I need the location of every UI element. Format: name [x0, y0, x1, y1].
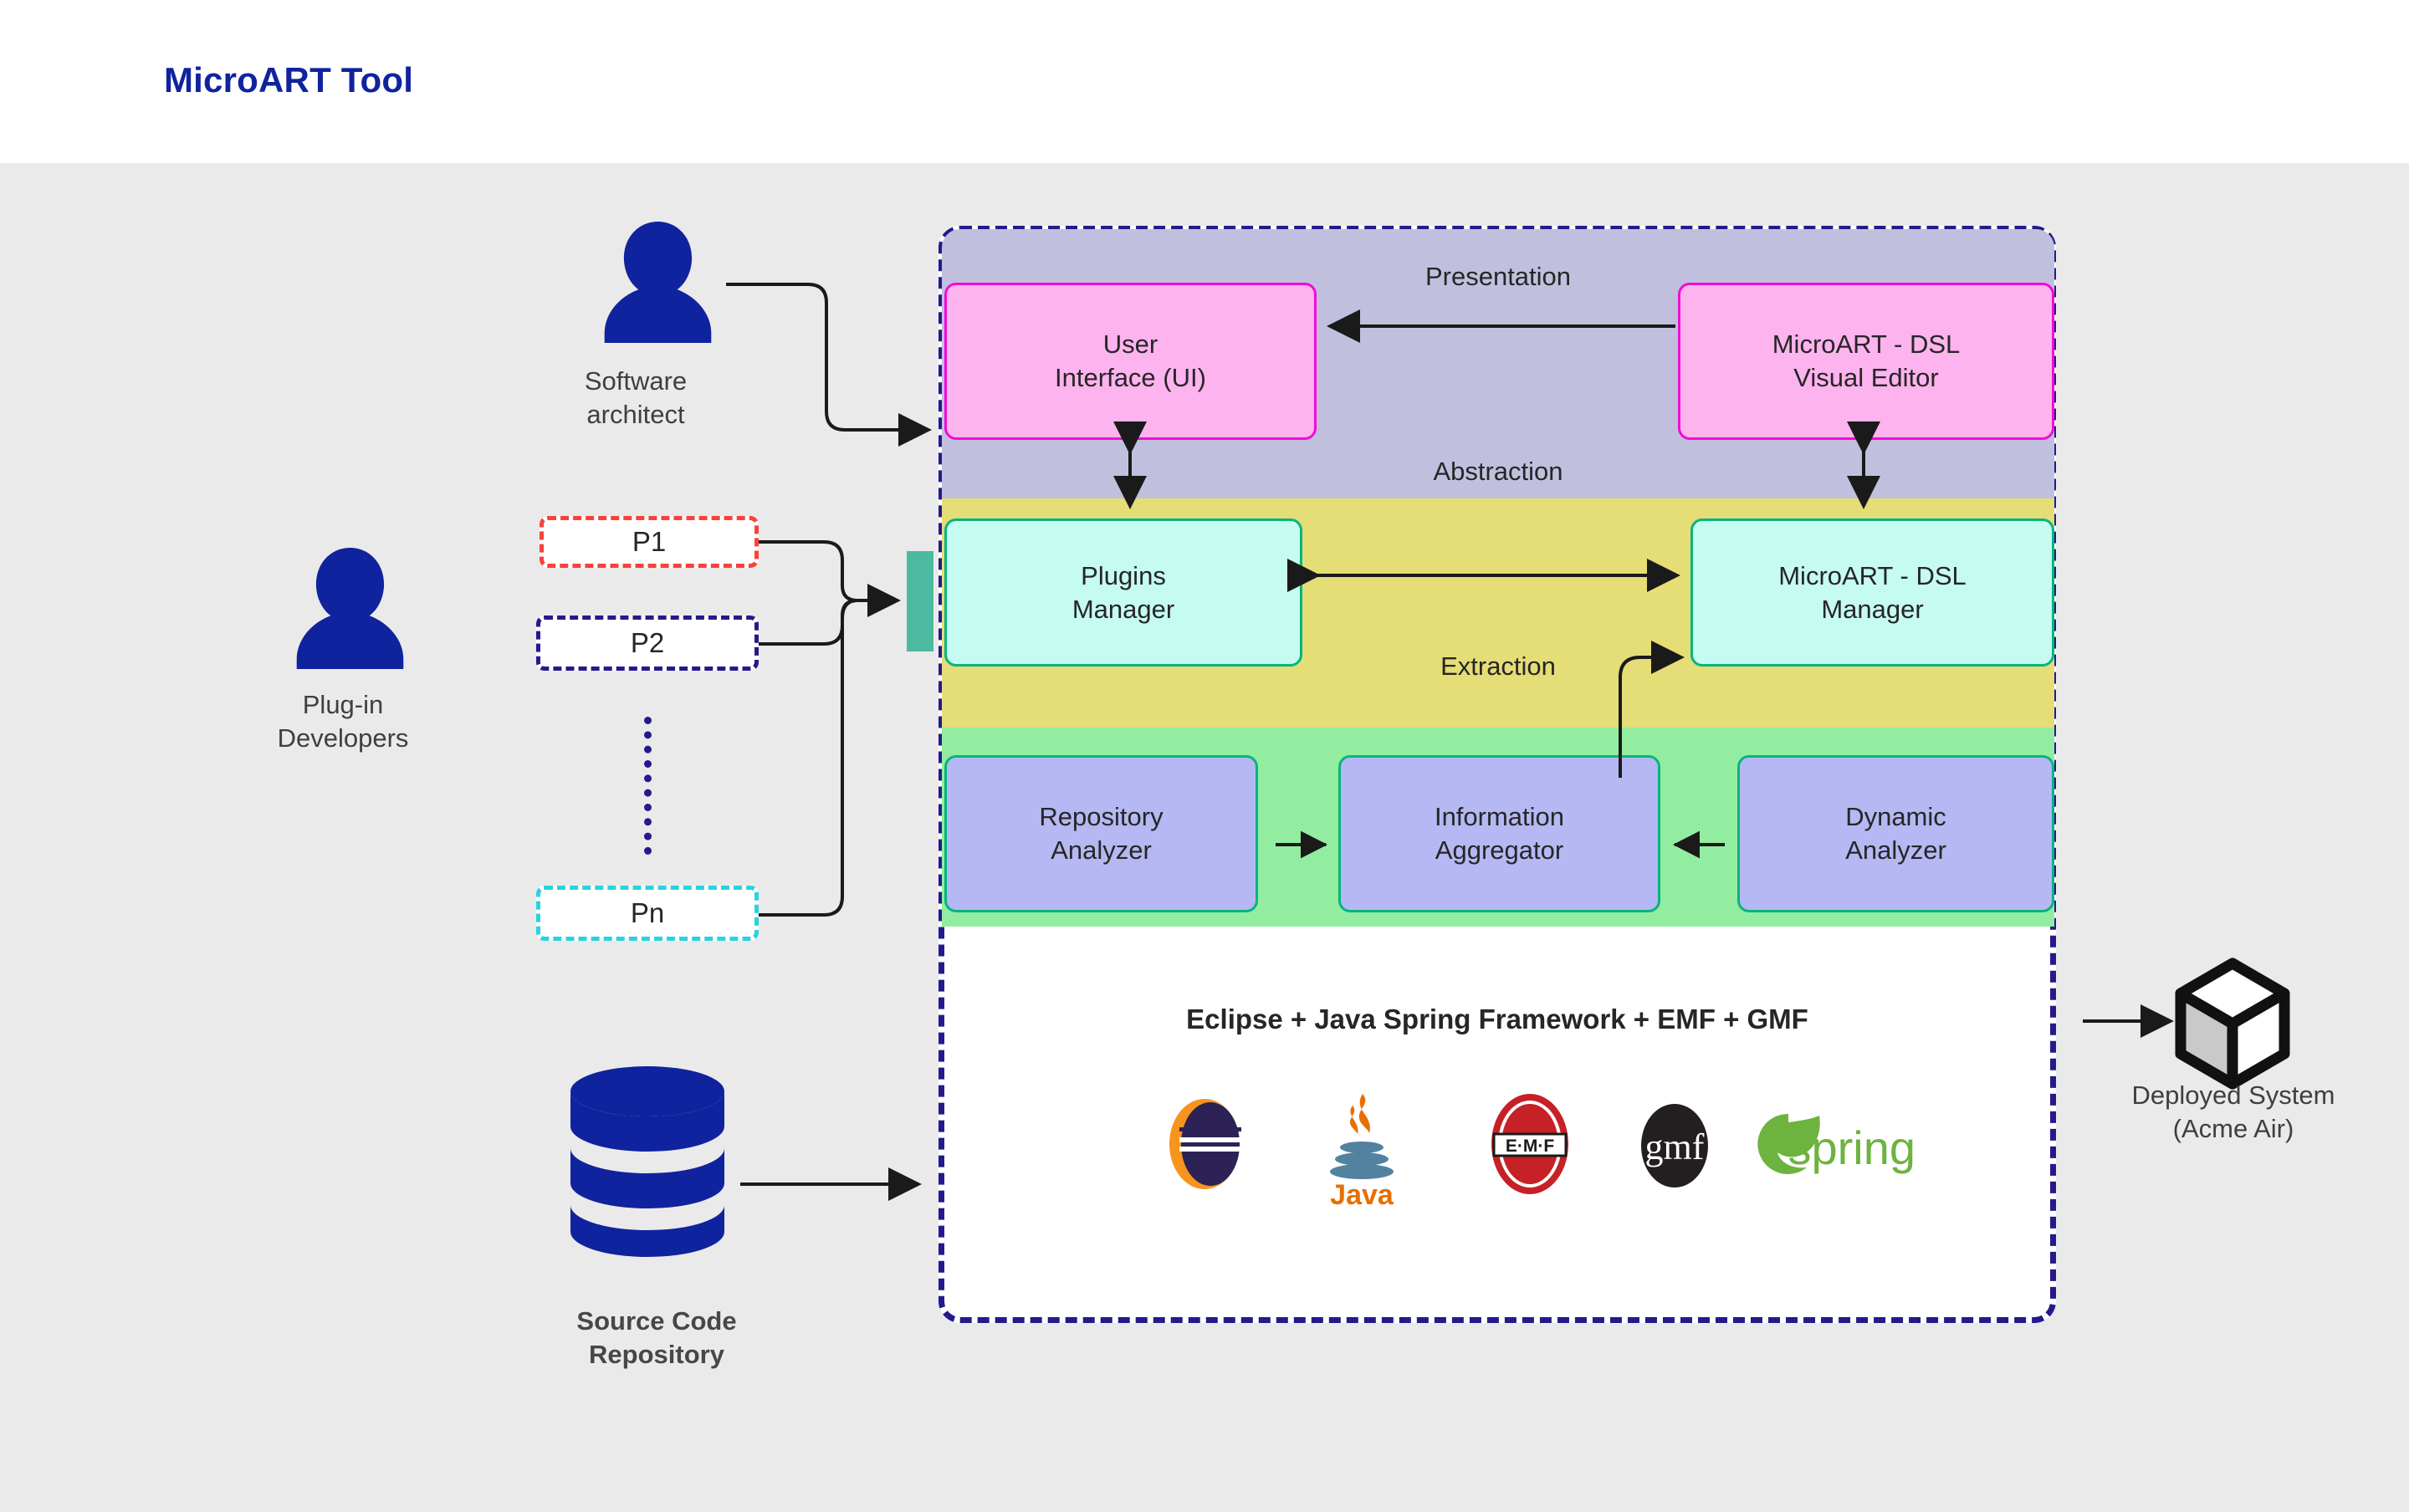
gmf-logo: gmf: [1641, 1104, 1708, 1188]
component-information-aggregator[interactable]: Information Aggregator: [1338, 755, 1660, 912]
plugin-ellipsis-dots: [644, 717, 652, 855]
component-dsl-manager[interactable]: MicroART - DSL Manager: [1690, 518, 2054, 667]
tech-stack-title: Eclipse + Java Spring Framework + EMF + …: [1186, 1004, 1808, 1034]
component-dsl-visual-editor[interactable]: MicroART - DSL Visual Editor: [1678, 283, 2054, 440]
actor-label-deployed-system: Deployed System (Acme Air): [2131, 1080, 2335, 1144]
page-title: MicroART Tool: [164, 60, 414, 100]
spring-logo: spring: [1757, 1113, 1915, 1174]
plugin-connector-tab: [907, 551, 933, 651]
plugin-box-pn[interactable]: Pn: [536, 886, 759, 941]
actor-label-plugin-developers: Plug-in Developers: [277, 690, 409, 753]
layer-label-abstraction: Abstraction: [1433, 457, 1563, 486]
component-plugins-manager[interactable]: Plugins Manager: [944, 518, 1302, 667]
eclipse-logo: [1169, 1099, 1241, 1189]
svg-text:gmf: gmf: [1645, 1126, 1705, 1167]
actor-label-source-code-repository: Source Code Repository: [576, 1306, 737, 1370]
plugin-box-p2[interactable]: P2: [536, 616, 759, 671]
svg-text:spring: spring: [1788, 1121, 1915, 1174]
component-user-interface[interactable]: User Interface (UI): [944, 283, 1317, 440]
component-dynamic-analyzer[interactable]: Dynamic Analyzer: [1737, 755, 2054, 912]
java-logo: Java: [1330, 1094, 1394, 1208]
emf-logo: E·M·F: [1491, 1094, 1568, 1194]
tech-stack-logos: Java E·M·F gmf spring: [1112, 1087, 1915, 1213]
plugin-box-p1[interactable]: P1: [540, 516, 759, 568]
component-repository-analyzer[interactable]: Repository Analyzer: [944, 755, 1258, 912]
svg-text:E·M·F: E·M·F: [1506, 1137, 1554, 1156]
svg-text:Java: Java: [1330, 1179, 1394, 1208]
actor-label-software-architect: Software architect: [584, 366, 688, 430]
